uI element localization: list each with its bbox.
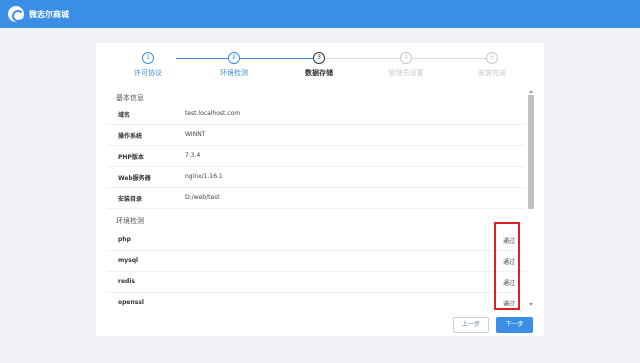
env-key: mysql: [118, 257, 139, 264]
info-key: Web服务器: [118, 175, 151, 182]
scroll-up-arrow-icon[interactable]: [529, 90, 533, 93]
env-row: redis 通过: [107, 272, 525, 293]
scroll-thumb[interactable]: [528, 95, 534, 209]
install-card: 1 许可协议 2 环境检测 3 数据存储 4 管理员设置 5 安装完成 基本信息…: [96, 43, 544, 336]
next-step-button[interactable]: 下一步: [496, 317, 533, 333]
info-value: WINNT: [185, 131, 206, 138]
env-row: openssl 通过: [107, 293, 525, 306]
step-5-label: 安装完成: [478, 69, 506, 77]
logo-icon: [8, 6, 24, 22]
info-key: PHP版本: [118, 154, 144, 161]
step-3-label: 数据存储: [305, 69, 333, 77]
env-row: mysql 通过: [107, 251, 525, 272]
info-row: Web服务器 nginx/1.16.1: [107, 167, 525, 188]
info-value: D:/web/test: [185, 194, 220, 201]
env-key: php: [118, 236, 131, 243]
step-1-label: 许可协议: [134, 69, 162, 77]
vertical-scrollbar[interactable]: [528, 90, 534, 306]
stepper: 1 许可协议 2 环境检测 3 数据存储 4 管理员设置 5 安装完成: [96, 52, 544, 80]
step-4-number: 4: [400, 52, 412, 64]
step-2-label: 环境检测: [220, 69, 248, 77]
env-row: php 通过: [107, 230, 525, 251]
info-key: 操作系统: [118, 133, 143, 140]
prev-step-button[interactable]: 上一步: [453, 317, 489, 333]
step-env-check: 2 环境检测: [189, 52, 279, 78]
step-2-number: 2: [228, 52, 240, 64]
info-row: 操作系统 WINNT: [107, 125, 525, 146]
section-title-basic-info: 基本信息: [116, 94, 144, 102]
step-install-complete: 5 安装完成: [447, 52, 537, 78]
env-key: redis: [118, 278, 135, 285]
step-5-number: 5: [486, 52, 498, 64]
info-value: 7.3.4: [185, 152, 201, 159]
brand-name: 微志尔商城: [29, 9, 69, 19]
top-bar: 微志尔商城: [0, 0, 640, 28]
status-highlight-box: [494, 222, 520, 310]
step-data-storage: 3 数据存储: [274, 52, 364, 78]
step-admin-setup: 4 管理员设置: [361, 52, 451, 78]
info-value: test.localhost.com: [185, 110, 241, 117]
info-key: 安装目录: [118, 196, 143, 203]
scroll-content[interactable]: 基本信息 域名 test.localhost.com 操作系统 WINNT PH…: [107, 90, 525, 306]
env-key: openssl: [118, 299, 144, 306]
info-row: 域名 test.localhost.com: [107, 104, 525, 125]
info-value: nginx/1.16.1: [185, 173, 223, 180]
scroll-down-arrow-icon[interactable]: [529, 303, 533, 306]
step-3-number: 3: [313, 52, 325, 64]
info-row: 安装目录 D:/web/test: [107, 188, 525, 209]
brand[interactable]: 微志尔商城: [8, 6, 69, 22]
info-key: 域名: [118, 112, 131, 119]
info-row: PHP版本 7.3.4: [107, 146, 525, 167]
section-title-env-check: 环境检测: [116, 217, 144, 225]
step-4-label: 管理员设置: [388, 69, 424, 77]
step-license: 1 许可协议: [103, 52, 193, 78]
step-1-number: 1: [142, 52, 154, 64]
